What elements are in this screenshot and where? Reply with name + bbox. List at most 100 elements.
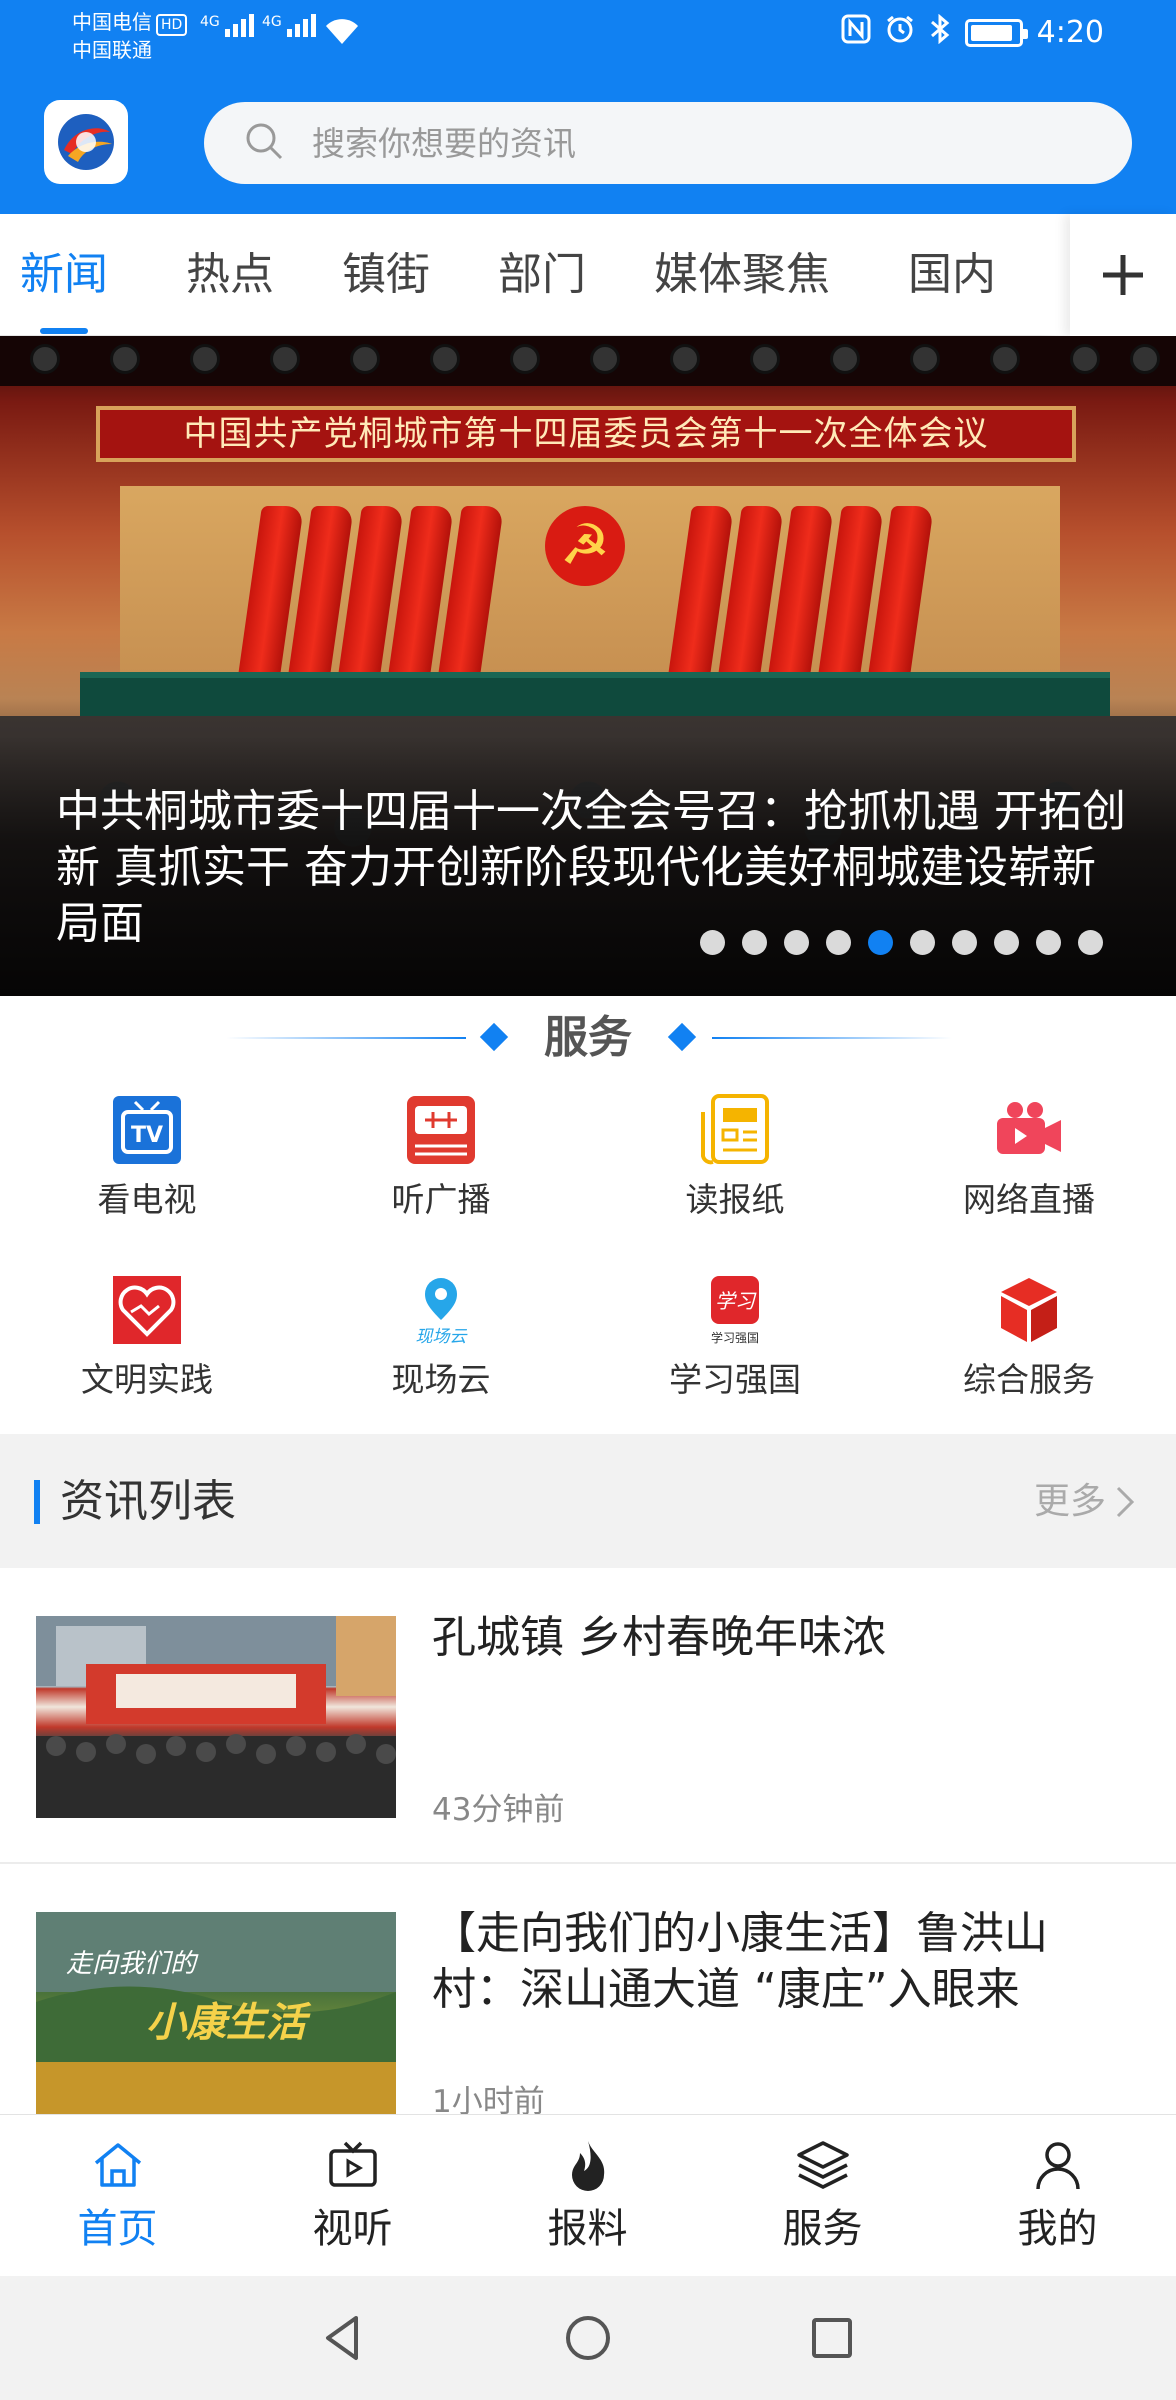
service-label: 文明实践 <box>81 1360 213 1399</box>
service-label: 看电视 <box>97 1180 197 1219</box>
news-list-item[interactable]: 走向我们的 小康生活 【走向我们的小康生活】鲁洪山村：深山通大道 “康庄”入眼来… <box>0 1864 1176 2114</box>
search-bar[interactable] <box>204 102 1132 184</box>
add-channel-button[interactable] <box>1070 214 1176 336</box>
home-button[interactable] <box>558 2308 618 2368</box>
news-list-title: 资讯列表 <box>60 1476 236 1527</box>
signal-icon: 4G <box>262 14 316 37</box>
carrier-info: 中国电信 HD 中国联通 <box>72 8 188 64</box>
service-label: 综合服务 <box>963 1360 1095 1399</box>
svg-text:学习强国: 学习强国 <box>711 1330 759 1345</box>
nav-home[interactable]: 首页 <box>0 2115 235 2277</box>
svg-text:走向我们的: 走向我们的 <box>66 1949 199 1979</box>
status-bar: 中国电信 HD 中国联通 4G 4G 4:20 <box>0 0 1176 70</box>
news-list-header: 资讯列表 更多 <box>0 1434 1176 1568</box>
user-icon <box>1030 2137 1086 2193</box>
news-thumbnail: 走向我们的 小康生活 <box>36 1912 396 2114</box>
service-general[interactable]: 综合服务 <box>882 1272 1176 1402</box>
service-civilization-practice[interactable]: 文明实践 <box>0 1272 294 1402</box>
more-link[interactable]: 更多 <box>1034 1474 1136 1530</box>
carousel-dots[interactable] <box>700 930 1103 955</box>
carousel-dot[interactable] <box>952 930 977 955</box>
news-title: 【走向我们的小康生活】鲁洪山村：深山通大道 “康庄”入眼来 <box>432 1908 1048 2015</box>
carousel-dot[interactable] <box>994 930 1019 955</box>
carousel-dot[interactable] <box>910 930 935 955</box>
wifi-icon <box>322 14 362 50</box>
nav-services[interactable]: 服务 <box>705 2115 940 2277</box>
svg-text:TV: TV <box>131 1123 163 1148</box>
app-header: 中国电信 HD 中国联通 4G 4G 4:20 <box>0 0 1176 214</box>
carrier-2: 中国联通 <box>72 38 152 62</box>
services-title: 服务 <box>544 1012 632 1063</box>
recents-square-icon <box>812 2318 852 2358</box>
cube-icon <box>991 1272 1067 1348</box>
plus-icon <box>1103 255 1143 295</box>
service-listen-radio[interactable]: 听广播 <box>294 1092 588 1222</box>
app-logo[interactable] <box>44 100 128 184</box>
tv-icon: TV <box>109 1092 185 1168</box>
news-time: 1小时前 <box>432 2084 545 2114</box>
carousel-dot[interactable] <box>700 930 725 955</box>
news-time: 43分钟前 <box>432 1792 565 1828</box>
system-navigation-bar <box>0 2276 1176 2400</box>
carousel-dot[interactable] <box>1036 930 1061 955</box>
search-input[interactable] <box>312 123 1012 163</box>
banner-sign: 中国共产党桐城市第十四届委员会第十一次全体会议 <box>96 406 1076 462</box>
carousel-dot[interactable] <box>742 930 767 955</box>
service-watch-tv[interactable]: TV 看电视 <box>0 1092 294 1222</box>
live-camera-icon <box>991 1092 1067 1168</box>
service-label: 听广播 <box>391 1180 491 1219</box>
tab-media-focus[interactable]: 媒体聚焦 <box>654 214 830 336</box>
carrier-1: 中国电信 <box>72 10 152 34</box>
clock-time: 4:20 <box>1036 15 1104 50</box>
banner-carousel[interactable]: 中国共产党桐城市第十四届委员会第十一次全体会议 ☭ 中共桐城市委十四届十一次全会… <box>0 336 1176 996</box>
radio-icon <box>403 1092 479 1168</box>
service-label: 读报纸 <box>685 1180 785 1219</box>
layers-icon <box>795 2137 851 2193</box>
service-xuexi-qiangguo[interactable]: 学习学习强国 学习强国 <box>588 1272 882 1402</box>
nav-report[interactable]: 报料 <box>470 2115 705 2277</box>
heart-hands-icon <box>109 1272 185 1348</box>
status-right-icons: 4:20 <box>841 13 1104 51</box>
alarm-icon <box>885 14 915 51</box>
location-cloud-icon: 现场云 <box>403 1272 479 1348</box>
service-label: 现场云 <box>391 1360 491 1399</box>
video-icon <box>325 2137 381 2193</box>
tab-domestic[interactable]: 国内 <box>908 214 996 336</box>
tab-news[interactable]: 新闻 <box>20 214 108 336</box>
logo-icon <box>58 114 114 170</box>
news-thumbnail <box>36 1616 396 1818</box>
search-icon <box>244 121 284 165</box>
section-marker <box>34 1480 40 1524</box>
service-live-stream[interactable]: 网络直播 <box>882 1092 1176 1222</box>
party-emblem-icon: ☭ <box>545 506 625 586</box>
recents-button[interactable] <box>802 2308 862 2368</box>
channel-tabs: 新闻 热点 镇街 部门 媒体聚焦 国内 <box>0 214 1176 336</box>
news-list-item[interactable]: 孔城镇 乡村春晚年味浓 43分钟前 <box>0 1568 1176 1864</box>
back-button[interactable] <box>312 2308 372 2368</box>
svg-text:小康生活: 小康生活 <box>146 1999 312 2046</box>
nav-me[interactable]: 我的 <box>940 2115 1175 2277</box>
newspaper-icon <box>697 1092 773 1168</box>
services-section: 服务 TV 看电视 听广播 读报纸 网络直播 文明实践 现场云 现场云 学习 学… <box>0 996 1176 1434</box>
nav-video[interactable]: 视听 <box>235 2115 470 2277</box>
nfc-icon <box>841 14 871 51</box>
svg-text:学习: 学习 <box>715 1289 757 1313</box>
tab-towns[interactable]: 镇街 <box>342 214 430 336</box>
svg-text:现场云: 现场云 <box>416 1327 469 1347</box>
signal-icon: 4G <box>200 14 254 37</box>
tab-departments[interactable]: 部门 <box>498 214 586 336</box>
home-icon <box>90 2137 146 2193</box>
xuexi-qiangguo-icon: 学习 学习强国 <box>697 1272 773 1348</box>
service-xianchang-cloud[interactable]: 现场云 现场云 <box>294 1272 588 1402</box>
carousel-dot[interactable] <box>868 930 893 955</box>
bluetooth-icon <box>929 13 951 51</box>
services-header: 服务 <box>0 1010 1176 1066</box>
tab-hot[interactable]: 热点 <box>186 214 274 336</box>
flame-icon <box>560 2137 616 2193</box>
service-read-newspaper[interactable]: 读报纸 <box>588 1092 882 1222</box>
back-triangle-icon <box>326 2316 358 2360</box>
carousel-dot[interactable] <box>826 930 851 955</box>
carousel-dot[interactable] <box>784 930 809 955</box>
carousel-dot[interactable] <box>1078 930 1103 955</box>
service-label: 学习强国 <box>669 1360 801 1399</box>
